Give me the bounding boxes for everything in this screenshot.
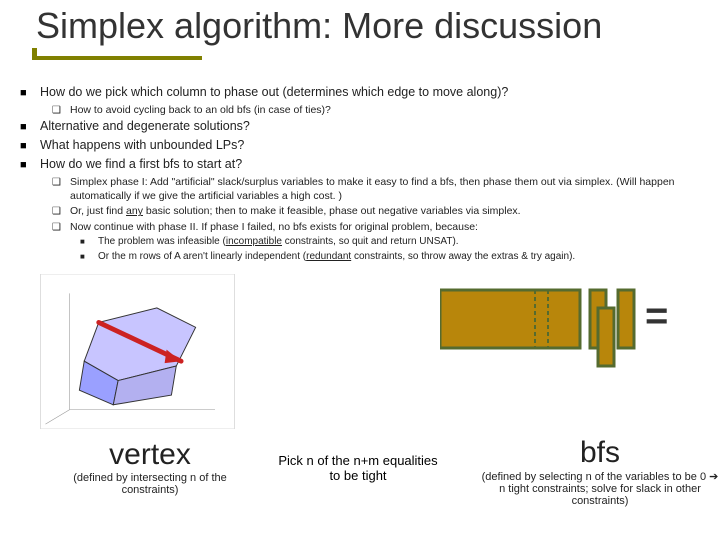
hollow-square-icon: ❑ (52, 175, 62, 203)
equals-sign: = (645, 294, 668, 339)
hollow-square-icon: ❑ (52, 220, 62, 235)
bullet-text: Alternative and degenerate solutions? (40, 118, 250, 135)
square-bullet-icon: ■ (80, 250, 90, 264)
page-title: Simplex algorithm: More discussion (36, 6, 696, 46)
square-bullet-icon: ■ (20, 118, 30, 135)
bfs-caption: bfs (defined by selecting n of the varia… (480, 436, 720, 507)
square-bullet-icon: ■ (20, 156, 30, 173)
square-bullet-icon: ■ (80, 235, 90, 249)
hollow-square-icon: ❑ (52, 103, 62, 118)
content-block: ■ How do we pick which column to phase ou… (20, 84, 710, 264)
square-bullet-icon: ■ (20, 137, 30, 154)
bfs-sub: (defined by selecting n of the variables… (480, 470, 720, 507)
bfs-bars-figure (440, 268, 720, 378)
bullet-text: Now continue with phase II. If phase I f… (70, 220, 478, 235)
bullet-text: How do we pick which column to phase out… (40, 84, 508, 101)
bullet-text: What happens with unbounded LPs? (40, 137, 244, 154)
bullet-text: How do we find a first bfs to start at? (40, 156, 242, 173)
bfs-word: bfs (480, 436, 720, 470)
vertex-caption: vertex (defined by intersecting n of the… (50, 438, 250, 496)
bullet-text: Simplex phase I: Add "artificial" slack/… (70, 175, 710, 203)
square-bullet-icon: ■ (20, 84, 30, 101)
bullet-text: Or the m rows of A aren't linearly indep… (98, 250, 575, 264)
hollow-square-icon: ❑ (52, 204, 62, 219)
title-accent-rule (32, 48, 202, 60)
bullet-text: Or, just find any basic solution; then t… (70, 204, 521, 219)
bullet-text: How to avoid cycling back to an old bfs … (70, 103, 331, 118)
middle-caption: Pick n of the n+m equalities to be tight (278, 453, 438, 483)
bullet-text: The problem was infeasible (incompatible… (98, 235, 459, 249)
polytope-figure (40, 274, 235, 429)
vertex-sub: (defined by intersecting n of the constr… (50, 472, 250, 496)
vertex-word: vertex (50, 438, 250, 472)
